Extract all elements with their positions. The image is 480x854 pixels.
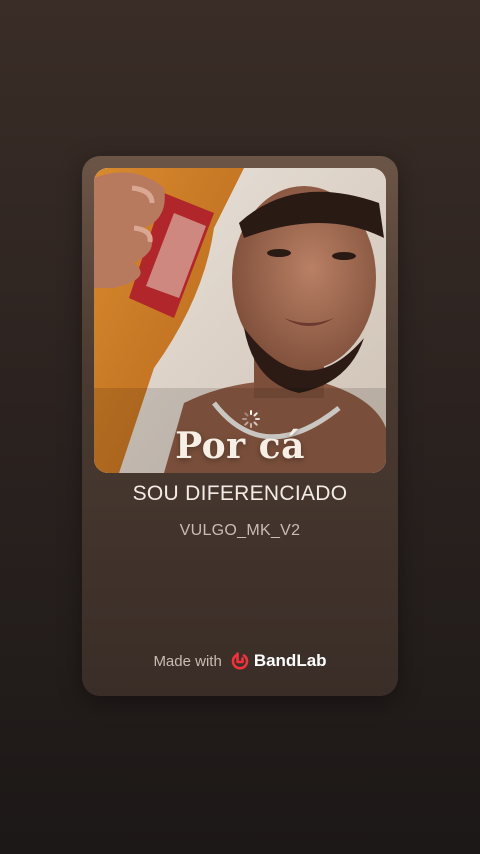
- song-title: SOU DIFERENCIADO: [132, 482, 348, 505]
- cover-title: Por cá: [175, 425, 305, 467]
- spinner-icon: [241, 409, 261, 429]
- cover-art[interactable]: Por cá: [94, 168, 386, 473]
- made-with-bandlab[interactable]: Made with BandLab: [82, 651, 398, 671]
- bandlab-name: BandLab: [253, 651, 327, 670]
- song-card[interactable]: Por cá SOU DIFERENCIADO VULGO_MK_V2 Made…: [82, 156, 398, 696]
- artist-name[interactable]: VULGO_MK_V2: [82, 522, 398, 540]
- made-with-label: Made with: [153, 652, 222, 670]
- bandlab-brand[interactable]: BandLab: [230, 651, 327, 671]
- bandlab-logo-icon: [230, 651, 250, 671]
